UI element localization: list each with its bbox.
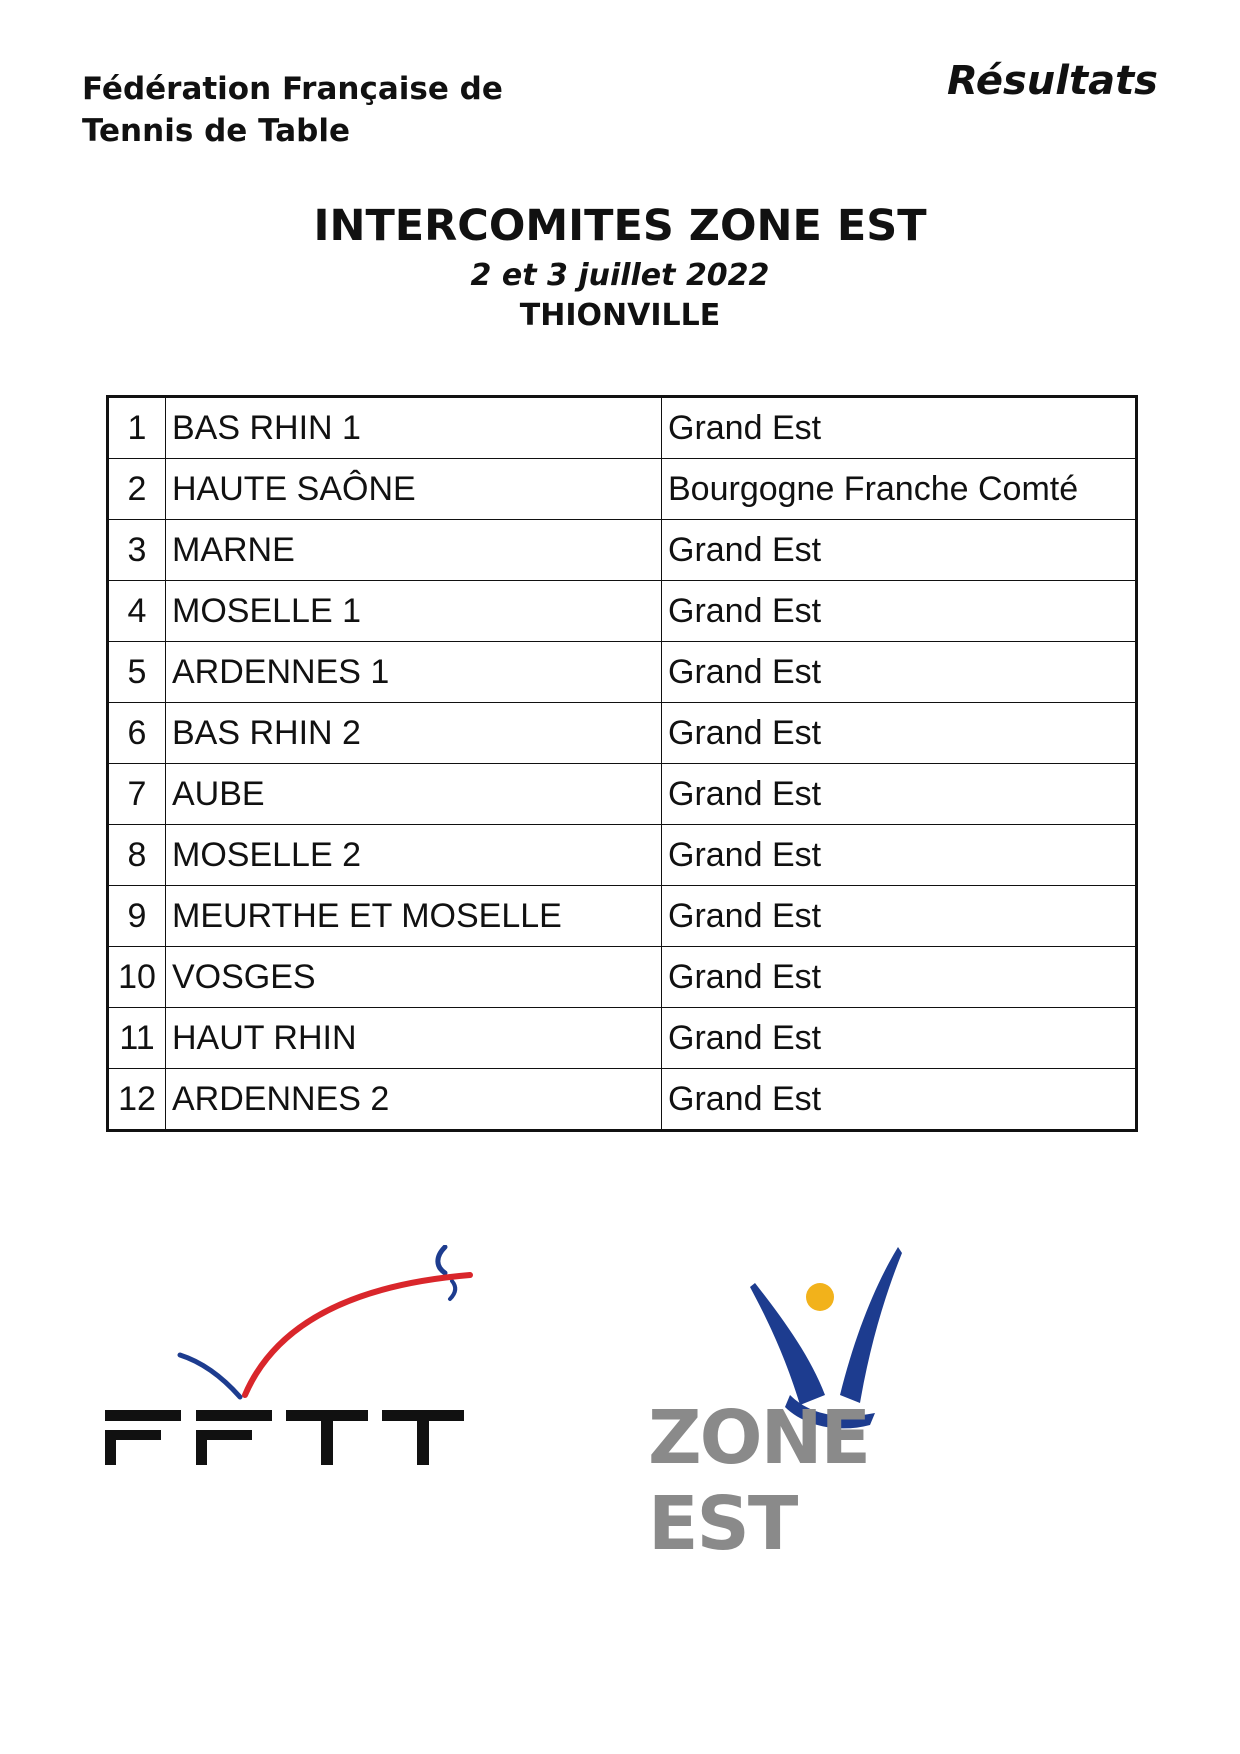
table-row: 4 MOSELLE 1 Grand Est xyxy=(107,580,1137,642)
zone-est-logo-text: ZONE EST xyxy=(648,1395,871,1567)
region-cell: Grand Est xyxy=(661,396,1137,459)
region-cell: Grand Est xyxy=(661,1007,1137,1069)
rank-cell: 8 xyxy=(107,824,166,886)
federation-name-line2: Tennis de Table xyxy=(82,113,350,149)
rank-cell: 6 xyxy=(107,702,166,764)
table-row: 6 BAS RHIN 2 Grand Est xyxy=(107,702,1137,764)
table-row: 12 ARDENNES 2 Grand Est xyxy=(107,1068,1137,1131)
table-row: 11 HAUT RHIN Grand Est xyxy=(107,1007,1137,1069)
table-row: 5 ARDENNES 1 Grand Est xyxy=(107,641,1137,703)
team-cell: ARDENNES 1 xyxy=(165,641,662,703)
region-cell: Grand Est xyxy=(661,946,1137,1008)
table-row: 2 HAUTE SAÔNE Bourgogne Franche Comté xyxy=(107,458,1137,520)
table-row: 3 MARNE Grand Est xyxy=(107,519,1137,581)
region-cell: Grand Est xyxy=(661,824,1137,886)
event-header: INTERCOMITES ZONE EST 2 et 3 juillet 202… xyxy=(0,198,1240,336)
team-cell: ARDENNES 2 xyxy=(165,1068,662,1131)
team-cell: MOSELLE 2 xyxy=(165,824,662,886)
zone-est-logo: ZONE EST xyxy=(640,1245,1030,1567)
rank-cell: 3 xyxy=(107,519,166,581)
region-cell: Grand Est xyxy=(661,580,1137,642)
rank-cell: 11 xyxy=(107,1007,166,1069)
region-cell: Grand Est xyxy=(661,1068,1137,1131)
rank-cell: 10 xyxy=(107,946,166,1008)
rank-cell: 4 xyxy=(107,580,166,642)
fftt-logo xyxy=(105,1245,473,1465)
team-cell: HAUTE SAÔNE xyxy=(165,458,662,520)
region-cell: Grand Est xyxy=(661,885,1137,947)
region-cell: Grand Est xyxy=(661,519,1137,581)
federation-name-line1: Fédération Française de xyxy=(82,71,503,107)
rank-cell: 5 xyxy=(107,641,166,703)
rank-cell: 9 xyxy=(107,885,166,947)
federation-name: Fédération Française de Tennis de Table xyxy=(82,68,503,152)
region-cell: Grand Est xyxy=(661,763,1137,825)
rank-cell: 1 xyxy=(107,396,166,459)
region-cell: Grand Est xyxy=(661,702,1137,764)
event-city: THIONVILLE xyxy=(519,298,721,333)
rank-cell: 12 xyxy=(107,1068,166,1131)
event-title: INTERCOMITES ZONE EST xyxy=(313,201,927,251)
event-date: 2 et 3 juillet 2022 xyxy=(470,258,770,293)
team-cell: BAS RHIN 2 xyxy=(165,702,662,764)
table-row: 9 MEURTHE ET MOSELLE Grand Est xyxy=(107,885,1137,947)
table-row: 1 BAS RHIN 1 Grand Est xyxy=(107,396,1137,459)
team-cell: MARNE xyxy=(165,519,662,581)
results-label: Résultats xyxy=(947,58,1158,104)
team-cell: HAUT RHIN xyxy=(165,1007,662,1069)
team-cell: AUBE xyxy=(165,763,662,825)
table-row: 10 VOSGES Grand Est xyxy=(107,946,1137,1008)
region-cell: Bourgogne Franche Comté xyxy=(661,458,1137,520)
team-cell: VOSGES xyxy=(165,946,662,1008)
team-cell: BAS RHIN 1 xyxy=(165,396,662,459)
team-cell: MEURTHE ET MOSELLE xyxy=(165,885,662,947)
rank-cell: 7 xyxy=(107,763,166,825)
region-cell: Grand Est xyxy=(661,641,1137,703)
table-row: 7 AUBE Grand Est xyxy=(107,763,1137,825)
team-cell: MOSELLE 1 xyxy=(165,580,662,642)
table-row: 8 MOSELLE 2 Grand Est xyxy=(107,824,1137,886)
results-table: 1 BAS RHIN 1 Grand Est 2 HAUTE SAÔNE Bourgogn… xyxy=(106,395,1138,1132)
rank-cell: 2 xyxy=(107,458,166,520)
